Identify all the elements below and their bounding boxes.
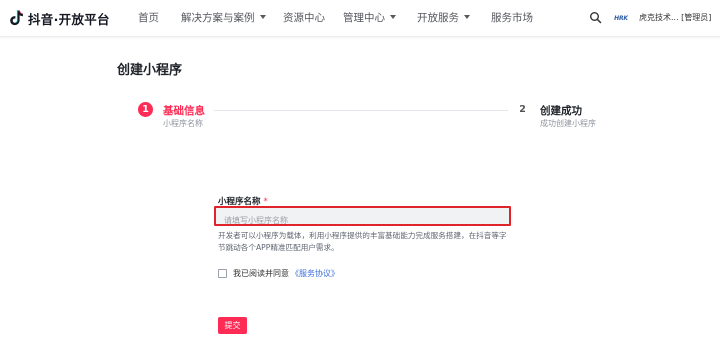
top-nav: 抖音·开放平台 首页 解决方案与案例 资源中心 管理中心 开放服务 服务市场 H… [0, 0, 720, 37]
nav-label: 管理中心 [343, 12, 385, 24]
help-text: 开发者可以小程序为载体，利用小程序提供的丰富基础能力完成服务搭建，在抖音等字节跳… [218, 231, 507, 252]
step-1-title: 基础信息 [163, 105, 205, 117]
search-icon[interactable] [589, 11, 602, 24]
nav-item-management[interactable]: 管理中心 [343, 11, 396, 25]
page-title: 创建小程序 [117, 63, 183, 78]
avatar-logo: HRK [614, 14, 628, 22]
step-1-number: 1 [138, 102, 153, 117]
step-2-number: 2 [515, 102, 530, 117]
name-input-wrapper [214, 206, 511, 229]
chevron-down-icon [390, 15, 396, 19]
chevron-down-icon [259, 15, 266, 19]
user-name[interactable]: 虎克技术... [管理员] [639, 12, 711, 23]
agreement-row: 我已阅读并同意 《服务协议》 [218, 268, 339, 279]
brand-name: 抖音·开放平台 [28, 11, 110, 27]
step-1-description: 小程序名称 [163, 119, 203, 128]
nav-item-solutions[interactable]: 解决方案与案例 [181, 11, 266, 25]
nav-label: 开放服务 [417, 12, 459, 24]
nav-label: 解决方案与案例 [181, 12, 255, 24]
step-connector [214, 110, 508, 111]
step-2-description: 成功创建小程序 [540, 119, 596, 128]
douyin-logo-icon [10, 10, 23, 26]
chevron-down-icon [464, 15, 470, 19]
submit-button[interactable]: 提交 [218, 317, 247, 334]
nav-item-open-services[interactable]: 开放服务 [417, 11, 470, 25]
nav-item-resources[interactable]: 资源中心 [283, 11, 325, 25]
nav-item-home[interactable]: 首页 [138, 11, 159, 25]
nav-item-market[interactable]: 服务市场 [491, 11, 533, 25]
logo[interactable]: 抖音·开放平台 [10, 9, 110, 27]
nav-label: 服务市场 [491, 12, 533, 24]
step-2-title: 创建成功 [540, 105, 582, 117]
agree-checkbox[interactable] [218, 269, 227, 278]
agree-text: 我已阅读并同意 [233, 269, 289, 278]
nav-label: 首页 [138, 12, 159, 24]
name-input[interactable] [216, 212, 509, 229]
nav-label: 资源中心 [283, 12, 325, 24]
avatar[interactable]: HRK [608, 9, 634, 27]
service-agreement-link[interactable]: 《服务协议》 [291, 268, 339, 279]
